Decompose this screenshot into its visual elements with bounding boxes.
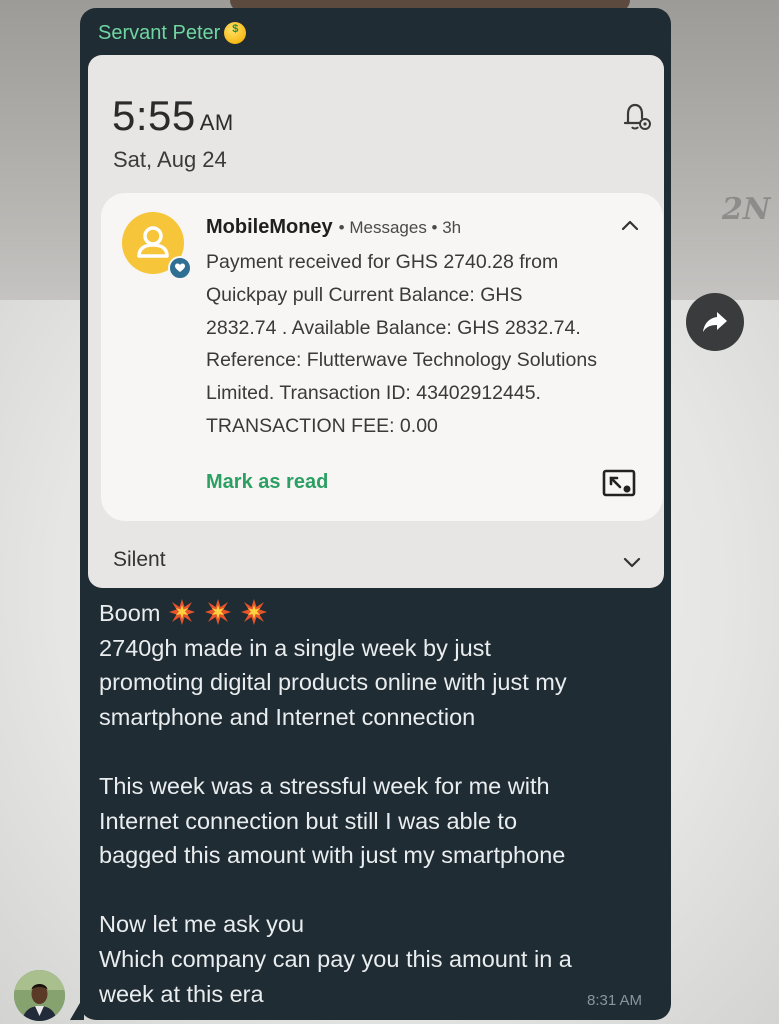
silent-section-label: Silent xyxy=(113,548,166,571)
collision-icon xyxy=(241,599,268,625)
heart-chat-icon xyxy=(175,263,185,272)
forward-button[interactable] xyxy=(686,293,744,351)
mark-as-read-button[interactable]: Mark as read xyxy=(206,471,328,494)
notification-header: MobileMoney • Messages • 3h xyxy=(206,216,461,244)
watermark-logo: 2N xyxy=(722,192,771,227)
time-value: 5:55 xyxy=(112,92,196,139)
money-mouth-face-icon xyxy=(224,22,247,44)
collision-icon xyxy=(169,599,196,625)
time-ampm: AM xyxy=(199,110,234,135)
sender-name-text: Servant Peter xyxy=(98,21,221,44)
bubble-tail xyxy=(70,996,84,1020)
message-first-line: Boom xyxy=(99,600,161,626)
notification-body: Payment received for GHS 2740.28 from Qu… xyxy=(206,251,597,437)
sender-name[interactable]: Servant Peter xyxy=(98,19,247,47)
lockscreen-date: Sat, Aug 24 xyxy=(113,147,227,172)
message-body: 2740gh made in a single week by just pro… xyxy=(99,634,572,1007)
messages-badge-icon xyxy=(168,256,192,280)
forward-arrow-icon xyxy=(703,312,727,332)
chevron-up-icon[interactable] xyxy=(618,214,642,238)
message-timestamp: 8:31 AM xyxy=(587,992,643,1009)
sender-avatar[interactable] xyxy=(14,970,65,1021)
collision-icon xyxy=(205,599,232,625)
lockscreen-time: 5:55 AM xyxy=(112,92,234,140)
chevron-down-icon[interactable] xyxy=(620,550,644,574)
profile-photo xyxy=(14,970,65,1021)
message-text: Boom 2740gh made in a single week by jus… xyxy=(99,596,659,1011)
bell-settings-icon xyxy=(623,103,651,130)
notification-meta: • Messages • 3h xyxy=(338,218,462,237)
app-name: MobileMoney xyxy=(206,216,333,238)
picture-in-picture-icon[interactable] xyxy=(602,469,636,499)
